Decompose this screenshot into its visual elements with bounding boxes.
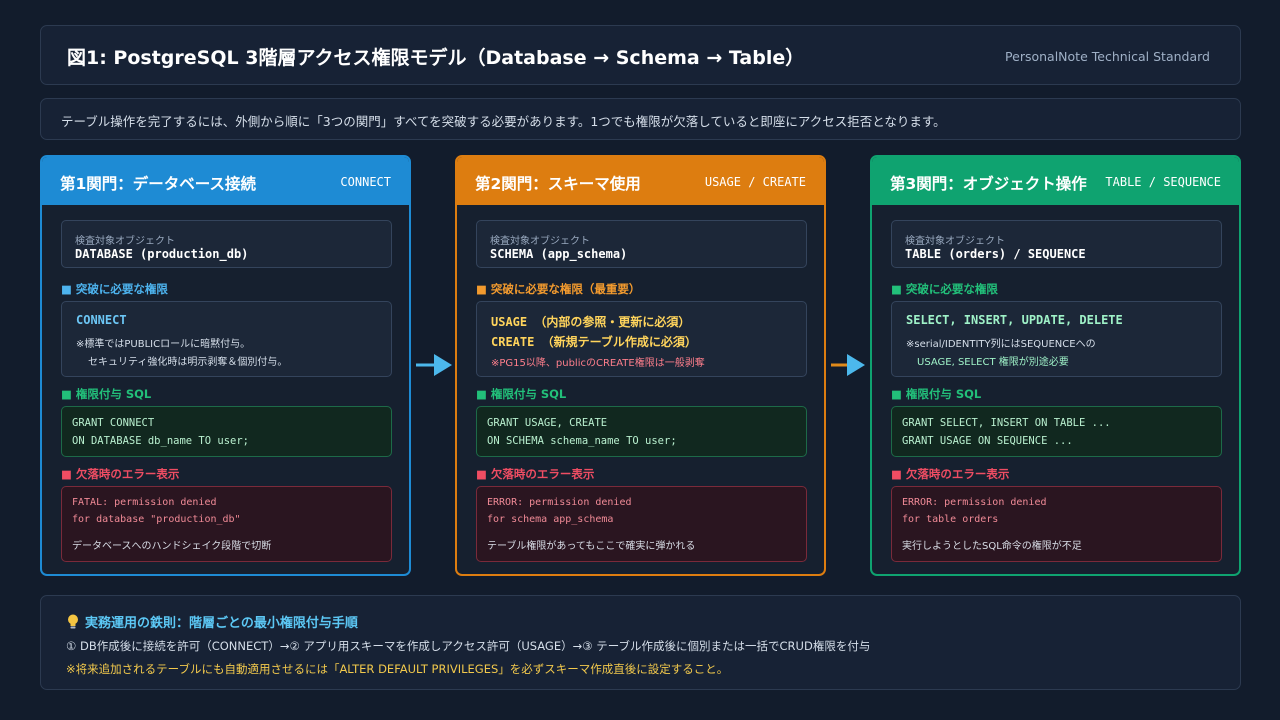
tips-steps: ① DB作成後に接続を許可（CONNECT）→② アプリ用スキーマを作成しアクセ… [66, 639, 871, 653]
gate-3-header: 第3関門：オブジェクト操作 TABLE / SEQUENCE [872, 157, 1239, 205]
gate-3-error-desc: 実行しようとしたSQL命令の権限が不足 [902, 541, 1082, 552]
tips-warning: ※将来追加されるテーブルにも自動適用させるには「ALTER DEFAULT PR… [66, 662, 729, 676]
gate-2-header: 第2関門：スキーマ使用 USAGE / CREATE [457, 157, 824, 205]
gate-3-sql-box: GRANT SELECT, INSERT ON TABLE ... GRANT … [891, 406, 1222, 457]
page-title: 図1: PostgreSQL 3階層アクセス権限モデル（Database → S… [67, 47, 805, 69]
gate-2-error-box: ERROR: permission denied for schema app_… [476, 486, 807, 562]
arrow-right-icon [416, 354, 452, 376]
gate-3-error-line-1: ERROR: permission denied [902, 497, 1047, 508]
gate-1-title: 第1関門：データベース接続 [60, 175, 257, 193]
gate-2-error-line-2: for schema app_schema [487, 514, 614, 525]
gate-2-sql-box: GRANT USAGE, CREATE ON SCHEMA schema_nam… [476, 406, 807, 457]
arrow-right-icon [831, 354, 865, 376]
gate-1-sql-box: GRANT CONNECT ON DATABASE db_name TO use… [61, 406, 392, 457]
gate-2-perm-line-2: CREATE （新規テーブル作成に必須） [491, 335, 697, 349]
lightbulb-icon [68, 614, 78, 629]
gate-3-object-value: TABLE (orders) / SEQUENCE [905, 247, 1086, 261]
gate-2-perm-note-1: ※PG15以降、publicのCREATE権限は一般剥奪 [491, 358, 705, 369]
intro-panel: テーブル操作を完了するには、外側から順に「3つの関門」すべてを突破する必要があり… [40, 98, 1241, 140]
gate-1-perm-label: ■ 突破に必要な権限 [61, 282, 168, 296]
gate-2-sql-line-1: GRANT USAGE, CREATE [487, 417, 608, 429]
gate-3-object-label: 検査対象オブジェクト [905, 236, 1005, 247]
gate-1-error-line-2: for database "production_db" [72, 514, 241, 525]
gate-3-perm-note-2: USAGE, SELECT 権限が別途必要 [917, 357, 1069, 368]
gate-2-card: 第2関門：スキーマ使用 USAGE / CREATE 検査対象オブジェクト SC… [455, 155, 826, 576]
gate-3-perm-note-1: ※serial/IDENTITY列にはSEQUENCEへの [906, 339, 1096, 350]
gate-3-error-box: ERROR: permission denied for table order… [891, 486, 1222, 562]
gate-2-error-line-1: ERROR: permission denied [487, 497, 632, 508]
gate-1-object-value: DATABASE (production_db) [75, 247, 249, 261]
gate-2-perm-line-1: USAGE （内部の参照・更新に必須） [491, 315, 691, 329]
gate-2-error-desc: テーブル権限があってもここで確実に弾かれる [487, 541, 696, 552]
gate-3-sql-line-1: GRANT SELECT, INSERT ON TABLE ... [902, 417, 1111, 429]
gate-3-sql-line-2: GRANT USAGE ON SEQUENCE ... [902, 435, 1073, 447]
tips-title: 実務運用の鉄則：階層ごとの最小権限付与手順 [85, 616, 358, 631]
gate-3-object-box: 検査対象オブジェクト TABLE (orders) / SEQUENCE [891, 220, 1222, 268]
gate-1-header: 第1関門：データベース接続 CONNECT [42, 157, 409, 205]
gate-3-error-label: ■ 欠落時のエラー表示 [891, 467, 1010, 481]
gate-1-card: 第1関門：データベース接続 CONNECT 検査対象オブジェクト DATABAS… [40, 155, 411, 576]
gate-2-title: 第2関門：スキーマ使用 [475, 175, 641, 193]
gate-2-sql-label: ■ 権限付与 SQL [476, 387, 567, 401]
intro-text: テーブル操作を完了するには、外側から順に「3つの関門」すべてを突破する必要があり… [61, 114, 946, 129]
gate-1-object-box: 検査対象オブジェクト DATABASE (production_db) [61, 220, 392, 268]
title-bar: 図1: PostgreSQL 3階層アクセス権限モデル（Database → S… [40, 25, 1241, 85]
gate-2-tag: USAGE / CREATE [704, 175, 806, 189]
tips-title-row: 実務運用の鉄則：階層ごとの最小権限付与手順 [67, 612, 358, 631]
gate-1-error-line-1: FATAL: permission denied [72, 497, 217, 508]
gate-3-perm-box: SELECT, INSERT, UPDATE, DELETE ※serial/I… [891, 301, 1222, 377]
gate-2-object-label: 検査対象オブジェクト [490, 236, 590, 247]
gate-2-perm-box: USAGE （内部の参照・更新に必須） CREATE （新規テーブル作成に必須）… [476, 301, 807, 377]
gate-1-perm-note-1: ※標準ではPUBLICロールに暗黙付与。 [76, 339, 251, 350]
gate-1-perm-box: CONNECT ※標準ではPUBLICロールに暗黙付与。 セキュリティ強化時は明… [61, 301, 392, 377]
gate-2-sql-line-2: ON SCHEMA schema_name TO user; [487, 435, 677, 447]
gate-3-perm-label: ■ 突破に必要な権限 [891, 282, 998, 296]
gate-3-perm-line-1: SELECT, INSERT, UPDATE, DELETE [906, 313, 1123, 327]
gate-2-object-box: 検査対象オブジェクト SCHEMA (app_schema) [476, 220, 807, 268]
gate-1-sql-line-1: GRANT CONNECT [72, 417, 155, 429]
gate-2-perm-label: ■ 突破に必要な権限（最重要） [476, 282, 641, 296]
page-subtitle: PersonalNote Technical Standard [1005, 49, 1210, 64]
gate-2-object-value: SCHEMA (app_schema) [490, 247, 628, 261]
gate-3-sql-label: ■ 権限付与 SQL [891, 387, 982, 401]
gate-1-error-box: FATAL: permission denied for database "p… [61, 486, 392, 562]
gate-1-tag: CONNECT [340, 175, 391, 189]
gate-1-error-desc: データベースへのハンドシェイク段階で切断 [72, 541, 272, 552]
gate-1-perm-note-2: セキュリティ強化時は明示剥奪＆個別付与。 [88, 357, 288, 368]
gate-1-sql-label: ■ 権限付与 SQL [61, 387, 152, 401]
gate-1-object-label: 検査対象オブジェクト [75, 236, 175, 247]
gate-3-title: 第3関門：オブジェクト操作 [890, 175, 1087, 193]
tips-panel: 実務運用の鉄則：階層ごとの最小権限付与手順 ① DB作成後に接続を許可（CONN… [40, 595, 1241, 690]
gate-3-card: 第3関門：オブジェクト操作 TABLE / SEQUENCE 検査対象オブジェク… [870, 155, 1241, 576]
gate-1-perm-line-1: CONNECT [76, 313, 127, 327]
gate-3-tag: TABLE / SEQUENCE [1105, 175, 1221, 189]
gate-1-sql-line-2: ON DATABASE db_name TO user; [72, 435, 250, 447]
gate-3-error-line-2: for table orders [902, 514, 999, 525]
gate-1-error-label: ■ 欠落時のエラー表示 [61, 467, 180, 481]
gate-2-error-label: ■ 欠落時のエラー表示 [476, 467, 595, 481]
